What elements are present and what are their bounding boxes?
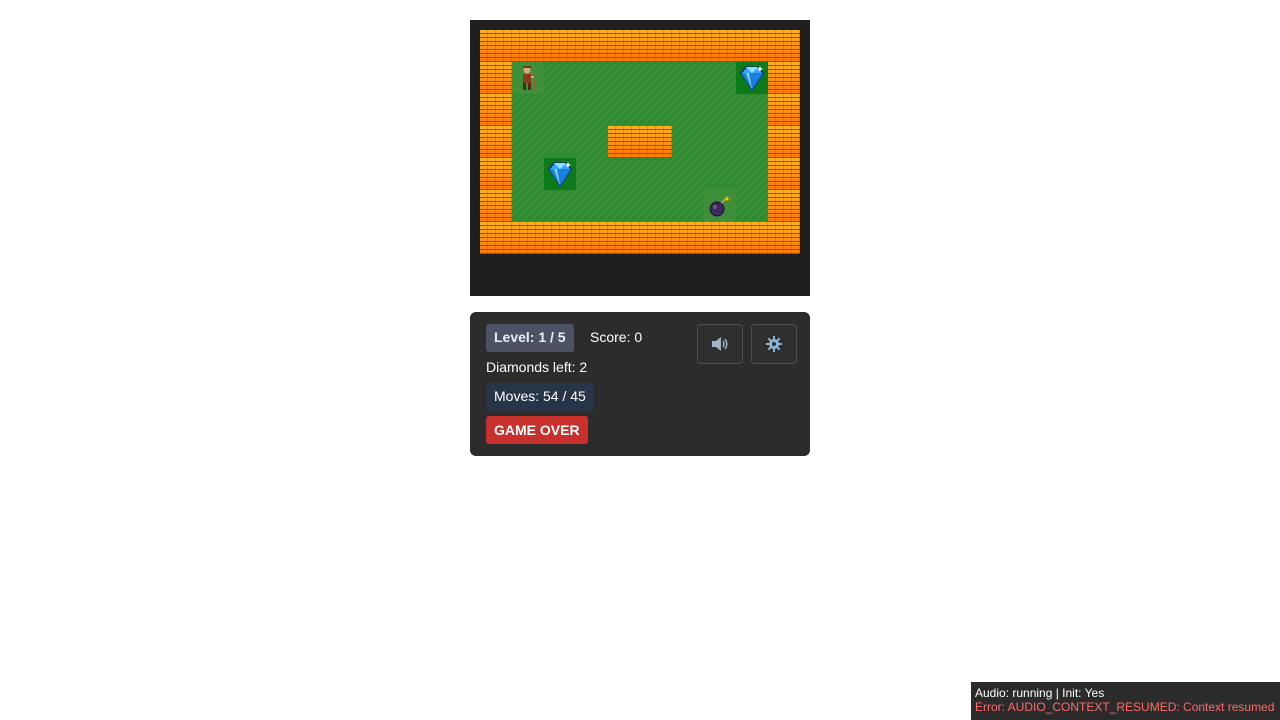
floor-tile xyxy=(704,158,736,190)
wall-tile xyxy=(640,126,672,158)
wall-tile xyxy=(608,30,640,62)
floor-tile xyxy=(672,126,704,158)
floor-tile xyxy=(704,62,736,94)
floor-tile xyxy=(544,190,576,222)
score-display: Score: 0 xyxy=(590,329,643,345)
floor-tile xyxy=(544,62,576,94)
wall-tile xyxy=(704,222,736,254)
wall-tile xyxy=(480,30,512,62)
wall-tile xyxy=(768,30,800,62)
floor-tile xyxy=(704,126,736,158)
wall-tile xyxy=(480,158,512,190)
wall-tile xyxy=(576,30,608,62)
audio-status-text: Audio: running | Init: Yes xyxy=(975,686,1105,700)
floor-tile xyxy=(736,190,768,222)
floor-tile xyxy=(512,126,544,158)
level-indicator: Level: 1 / 5 xyxy=(486,324,574,352)
floor-tile xyxy=(672,94,704,126)
wall-tile xyxy=(608,126,640,158)
hud-panel: Level: 1 / 5 Score: 0 Diamonds left: 2 M… xyxy=(470,312,810,456)
wall-tile xyxy=(640,222,672,254)
floor-tile xyxy=(576,94,608,126)
floor-tile xyxy=(736,158,768,190)
floor-tile xyxy=(704,94,736,126)
floor-tile xyxy=(608,94,640,126)
floor-tile xyxy=(608,62,640,94)
wall-tile xyxy=(608,222,640,254)
floor-tile xyxy=(640,190,672,222)
floor-tile xyxy=(576,158,608,190)
floor-tile xyxy=(736,94,768,126)
wall-tile xyxy=(480,94,512,126)
wall-tile xyxy=(768,158,800,190)
sound-toggle-button[interactable] xyxy=(697,324,743,364)
wall-tile xyxy=(704,30,736,62)
floor-tile xyxy=(576,126,608,158)
floor-tile xyxy=(512,94,544,126)
game-over-badge: GAME OVER xyxy=(486,416,588,444)
floor-tile xyxy=(672,62,704,94)
floor-tile xyxy=(608,190,640,222)
game-board-frame xyxy=(470,20,810,296)
floor-tile xyxy=(672,158,704,190)
wall-tile xyxy=(672,222,704,254)
speaker-icon xyxy=(712,337,728,351)
bomb-icon xyxy=(704,190,736,222)
floor-tile xyxy=(640,158,672,190)
wall-tile xyxy=(544,30,576,62)
gear-icon xyxy=(766,336,782,352)
wall-tile xyxy=(768,190,800,222)
wall-tile xyxy=(480,62,512,94)
wall-tile xyxy=(768,126,800,158)
floor-tile xyxy=(640,94,672,126)
floor-tile xyxy=(576,190,608,222)
floor-tile xyxy=(512,158,544,190)
wall-tile xyxy=(512,30,544,62)
floor-tile xyxy=(640,62,672,94)
diamond-icon xyxy=(544,158,576,190)
wall-tile xyxy=(736,30,768,62)
floor-tile xyxy=(672,190,704,222)
wall-tile xyxy=(672,30,704,62)
error-message-text: Error: AUDIO_CONTEXT_RESUMED: Context re… xyxy=(975,700,1275,714)
wall-tile xyxy=(480,126,512,158)
wall-tile xyxy=(768,94,800,126)
diamond-icon xyxy=(736,62,768,94)
floor-tile xyxy=(608,158,640,190)
game-board[interactable] xyxy=(480,30,800,286)
floor-tile xyxy=(576,62,608,94)
floor-tile xyxy=(544,94,576,126)
floor-tile xyxy=(736,126,768,158)
floor-tile xyxy=(512,190,544,222)
debug-status-bar: Audio: running | Init: Yes Error: AUDIO_… xyxy=(971,682,1280,720)
wall-tile xyxy=(768,62,800,94)
wall-tile xyxy=(576,222,608,254)
wall-tile xyxy=(544,222,576,254)
floor-tile xyxy=(544,126,576,158)
diamonds-left-display: Diamonds left: 2 xyxy=(486,359,588,375)
wall-tile xyxy=(640,30,672,62)
settings-button[interactable] xyxy=(751,324,797,364)
wall-tile xyxy=(480,190,512,222)
wall-tile xyxy=(768,222,800,254)
wall-tile xyxy=(480,222,512,254)
wall-tile xyxy=(736,222,768,254)
player-icon xyxy=(512,62,544,94)
moves-counter: Moves: 54 / 45 xyxy=(486,383,594,411)
wall-tile xyxy=(512,222,544,254)
